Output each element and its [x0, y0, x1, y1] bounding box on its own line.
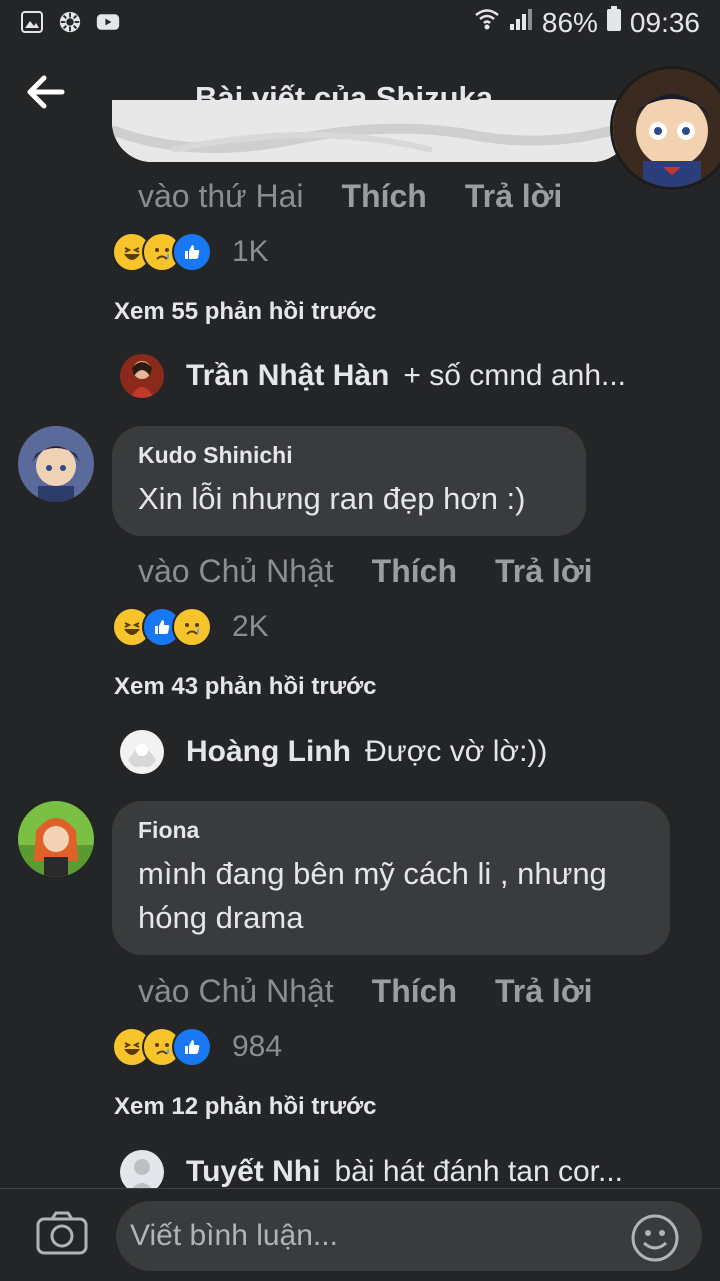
like-reaction-icon	[172, 232, 212, 272]
camera-button[interactable]	[36, 1211, 88, 1263]
like-button[interactable]: Thích	[342, 178, 427, 214]
battery-icon	[606, 6, 622, 39]
comment-bubble[interactable]: Fiona mình đang bên mỹ cách li , nhưng h…	[112, 801, 670, 955]
like-button[interactable]: Thích	[372, 553, 457, 589]
view-previous-replies[interactable]: Xem 12 phản hồi trước	[114, 1093, 377, 1121]
status-bar: 86% 09:36	[0, 0, 720, 50]
wifi-icon	[474, 6, 500, 39]
comment-meta: vào thứ Hai Thích Trả lời	[138, 178, 562, 215]
reaction-summary[interactable]: 1K	[112, 232, 269, 272]
signal-icon	[508, 6, 534, 39]
reply-text: Được vờ lờ:))	[364, 735, 548, 768]
comment-time: vào thứ Hai	[138, 178, 304, 214]
reply-preview[interactable]: Trần Nhật Hàn + số cmnd anh...	[120, 354, 626, 398]
comment-time: vào Chủ Nhật	[138, 553, 334, 589]
reply-avatar	[120, 354, 164, 398]
reply-text: + số cmnd anh...	[403, 359, 627, 392]
battery-percent: 86%	[541, 6, 598, 38]
reaction-count: 984	[232, 1030, 283, 1063]
comment-text: mình đang bên mỹ cách li , nhưng hóng dr…	[138, 856, 607, 935]
view-previous-replies[interactable]: Xem 43 phản hồi trước	[114, 673, 377, 701]
reply-author: Tuyết Nhi	[186, 1155, 321, 1188]
status-left-icons	[20, 10, 120, 34]
reply-author: Trần Nhật Hàn	[186, 359, 390, 392]
emoji-button[interactable]	[630, 1213, 680, 1263]
like-button[interactable]: Thích	[372, 973, 457, 1009]
youtube-icon	[96, 10, 120, 34]
comment-avatar[interactable]	[18, 801, 94, 877]
reaction-summary[interactable]: 2K	[112, 607, 269, 647]
reply-button[interactable]: Trả lời	[495, 973, 592, 1009]
comment-author[interactable]: Fiona	[138, 817, 644, 844]
status-right: 86% 09:36	[474, 6, 700, 39]
reply-button[interactable]: Trả lời	[495, 553, 592, 589]
comment-composer	[0, 1188, 720, 1281]
reaction-count: 1K	[232, 235, 269, 268]
smiley-icon	[631, 1214, 679, 1262]
gallery-icon	[20, 10, 44, 34]
flower-icon	[58, 10, 82, 34]
comment-meta: vào Chủ Nhật Thích Trả lời	[138, 553, 592, 590]
reply-preview[interactable]: Hoàng Linh Được vờ lờ:))	[120, 730, 547, 774]
like-reaction-icon	[172, 1027, 212, 1067]
comment-avatar[interactable]	[18, 426, 94, 502]
comment-text: Xin lỗi nhưng ran đẹp hơn :)	[138, 481, 526, 516]
comment-meta: vào Chủ Nhật Thích Trả lời	[138, 973, 592, 1010]
reply-text: bài hát đánh tan cor...	[334, 1155, 623, 1188]
camera-icon	[36, 1211, 88, 1255]
comment-image[interactable]	[112, 100, 632, 162]
reaction-count: 2K	[232, 610, 269, 643]
user-avatar[interactable]	[610, 66, 720, 190]
comment-input[interactable]	[116, 1201, 702, 1271]
view-previous-replies[interactable]: Xem 55 phản hồi trước	[114, 298, 377, 326]
reply-button[interactable]: Trả lời	[465, 178, 562, 214]
clock: 09:36	[629, 6, 700, 38]
comment-time: vào Chủ Nhật	[138, 973, 334, 1009]
comment-author[interactable]: Kudo Shinichi	[138, 442, 560, 469]
comment-bubble[interactable]: Kudo Shinichi Xin lỗi nhưng ran đẹp hơn …	[112, 426, 586, 536]
reply-author: Hoàng Linh	[186, 735, 351, 768]
reply-avatar	[120, 730, 164, 774]
reaction-summary[interactable]: 984	[112, 1027, 282, 1067]
sad-reaction-icon	[172, 607, 212, 647]
